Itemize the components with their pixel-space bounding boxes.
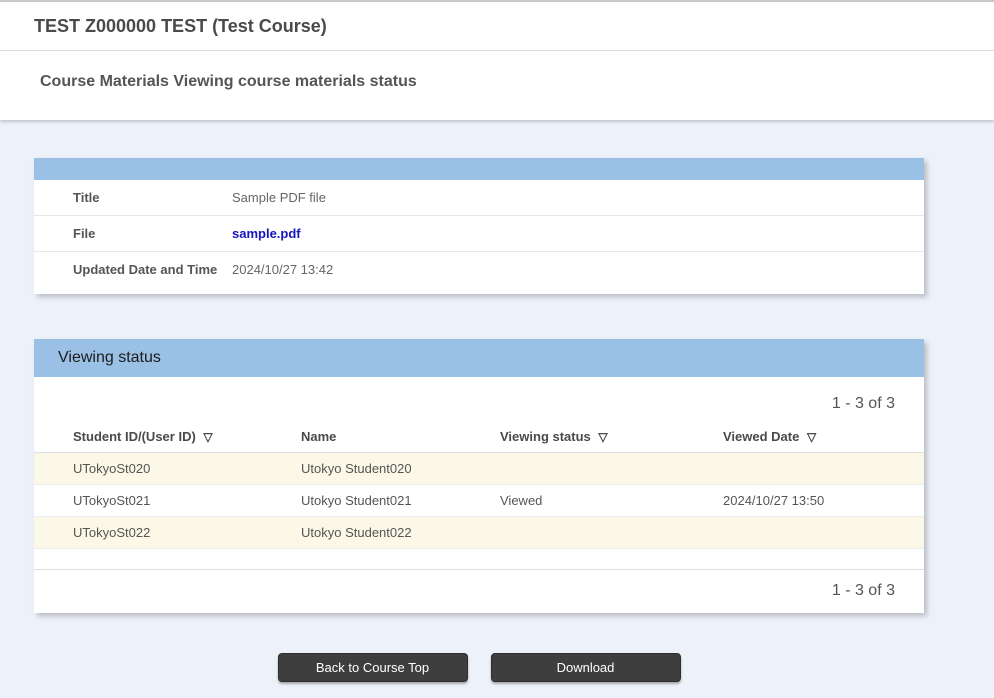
table-row: UTokyoSt021 Utokyo Student021 Viewed 202…: [34, 485, 924, 517]
table-row: UTokyoSt022 Utokyo Student022: [34, 517, 924, 549]
column-header-viewed-date[interactable]: Viewed Date ▽: [723, 423, 924, 453]
viewing-status-card: Viewing status 1 - 3 of 3 Student ID/(Us…: [34, 339, 924, 613]
cell-viewed-date: [723, 453, 924, 485]
column-header-name: Name: [301, 423, 500, 453]
cell-student-id: UTokyoSt021: [34, 485, 301, 517]
viewing-status-table: Student ID/(User ID) ▽ Name Viewing stat…: [34, 423, 924, 549]
column-header-viewing-status[interactable]: Viewing status ▽: [500, 423, 723, 453]
cell-viewed-date: [723, 517, 924, 549]
material-file-link[interactable]: sample.pdf: [232, 225, 301, 242]
filter-down-icon[interactable]: ▽: [807, 430, 816, 444]
cell-viewed-date: 2024/10/27 13:50: [723, 485, 924, 517]
material-title-row: Title Sample PDF file: [34, 180, 924, 216]
table-header-row: Student ID/(User ID) ▽ Name Viewing stat…: [34, 423, 924, 453]
filter-down-icon[interactable]: ▽: [598, 430, 607, 444]
material-file-label: File: [34, 225, 232, 242]
viewing-status-header-bar: Viewing status: [34, 339, 924, 377]
cell-viewing-status: [500, 517, 723, 549]
material-file-row: File sample.pdf: [34, 216, 924, 252]
cell-student-id: UTokyoSt020: [34, 453, 301, 485]
cell-name: Utokyo Student022: [301, 517, 500, 549]
filter-down-icon[interactable]: ▽: [203, 430, 212, 444]
viewing-status-title: Viewing status: [58, 349, 161, 367]
column-header-student-id[interactable]: Student ID/(User ID) ▽: [34, 423, 301, 453]
back-to-course-top-button[interactable]: Back to Course Top: [278, 653, 468, 682]
cell-name: Utokyo Student020: [301, 453, 500, 485]
download-button[interactable]: Download: [491, 653, 681, 682]
cell-viewing-status: [500, 453, 723, 485]
material-updated-row: Updated Date and Time 2024/10/27 13:42: [34, 252, 924, 294]
page-subtitle: Course Materials Viewing course material…: [0, 51, 994, 120]
material-card-header-bar: [34, 158, 924, 180]
pagination-bottom: 1 - 3 of 3: [34, 570, 924, 613]
material-updated-label: Updated Date and Time: [34, 261, 232, 278]
cell-name: Utokyo Student021: [301, 485, 500, 517]
material-details-card: Title Sample PDF file File sample.pdf Up…: [34, 158, 924, 294]
material-title-label: Title: [34, 189, 232, 206]
pagination-top: 1 - 3 of 3: [34, 377, 924, 423]
cell-student-id: UTokyoSt022: [34, 517, 301, 549]
page-title: TEST Z000000 TEST (Test Course): [0, 2, 994, 50]
table-row: UTokyoSt020 Utokyo Student020: [34, 453, 924, 485]
material-updated-value: 2024/10/27 13:42: [232, 261, 333, 278]
action-button-bar: Back to Course Top Download: [34, 653, 924, 682]
main-content: Title Sample PDF file File sample.pdf Up…: [34, 158, 924, 682]
cell-viewing-status: Viewed: [500, 485, 723, 517]
page-header: TEST Z000000 TEST (Test Course) Course M…: [0, 2, 994, 120]
material-title-value: Sample PDF file: [232, 189, 326, 206]
